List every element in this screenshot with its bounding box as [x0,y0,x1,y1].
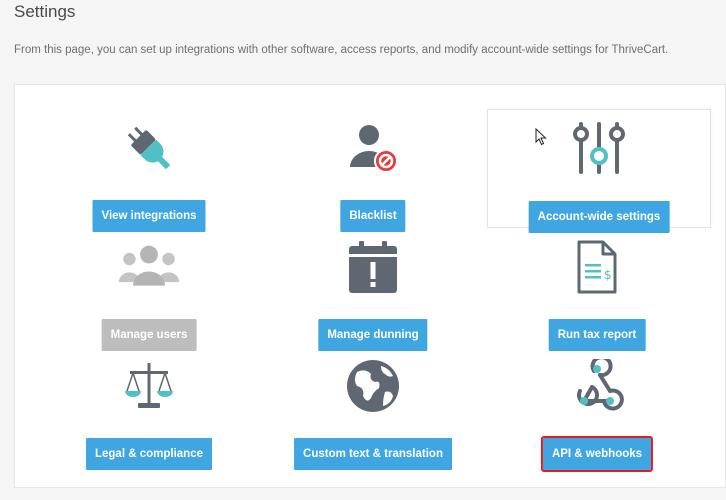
page-title: Settings [14,2,76,21]
tile-blacklist: Blacklist [263,102,483,232]
custom-text-translation-button[interactable]: Custom text & translation [294,438,452,470]
mouse-cursor-icon [535,127,547,151]
api-webhooks-button[interactable]: API & webhooks [540,436,654,472]
sliders-icon [567,116,631,180]
tile-manage-users: Manage users [39,221,259,351]
tile-api-webhooks: API & webhooks [487,340,707,472]
tile-manage-dunning: Manage dunning [263,221,483,351]
users-icon [117,235,181,299]
globe-icon [341,354,405,418]
scales-icon [117,354,181,418]
legal-compliance-button[interactable]: Legal & compliance [85,438,213,470]
tax-document-icon: $ [565,235,629,299]
tile-run-tax-report: $ Run tax report [487,221,707,351]
tile-account-wide-settings: Account-wide settings [487,109,711,233]
plug-icon [117,116,181,180]
user-blocked-icon [341,116,405,180]
tile-legal-compliance: Legal & compliance [39,340,259,470]
page-description: From this page, you can set up integrati… [14,44,669,56]
tile-custom-text-translation: Custom text & translation [263,340,483,470]
settings-panel: View integrations Blacklist Account-wide… [14,84,726,488]
tile-view-integrations: View integrations [39,102,259,232]
calendar-alert-icon [341,235,405,299]
svg-text:$: $ [604,268,612,282]
webhook-icon [565,354,629,418]
